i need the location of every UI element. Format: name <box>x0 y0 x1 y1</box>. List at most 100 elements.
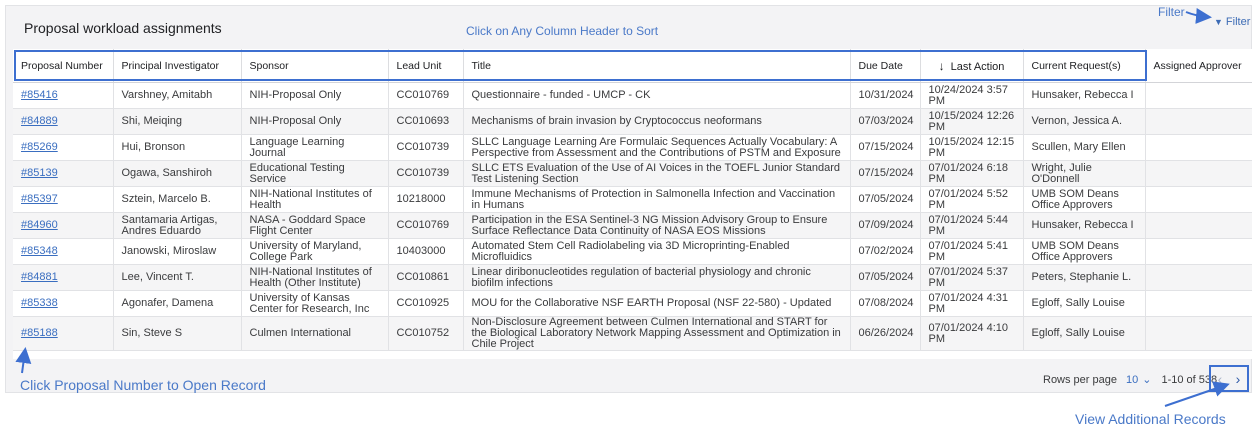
proposal-number-link[interactable]: #85338 <box>21 297 58 309</box>
cell-principal-investigator: Agonafer, Damena <box>113 290 242 317</box>
chevron-down-icon: ⌄ <box>1142 374 1152 386</box>
funnel-icon: ▼ <box>1214 17 1223 27</box>
cell-sponsor: NASA - Goddard Space Flight Center <box>241 212 389 239</box>
cell-last-action: 07/01/2024 4:31 PM <box>920 290 1024 317</box>
column-header-principal-investigator[interactable]: Principal Investigator <box>113 49 242 83</box>
cell-proposal-number: #85348 <box>13 238 114 265</box>
cell-proposal-number: #85416 <box>13 82 114 109</box>
cell-title: Non-Disclosure Agreement between Culmen … <box>463 316 851 351</box>
cell-assigned-approver <box>1145 186 1252 213</box>
table-row: #84881 Lee, Vincent T. NIH-National Instit… <box>13 264 1252 291</box>
cell-assigned-approver <box>1145 316 1252 351</box>
column-header-assigned-approver[interactable]: Assigned Approver <box>1145 49 1252 83</box>
cell-due-date: 07/05/2024 <box>850 264 921 291</box>
rows-per-page-value: 10 <box>1126 373 1139 386</box>
cell-title: Mechanisms of brain invasion by Cryptoco… <box>463 108 851 135</box>
panel-title: Proposal workload assignments <box>24 20 222 36</box>
proposal-table-container: Proposal Number Principal Investigator S… <box>13 49 1252 359</box>
column-header-sponsor[interactable]: Sponsor <box>241 49 389 83</box>
cell-last-action: 10/15/2024 12:15 PM <box>920 134 1024 161</box>
sort-hint-annotation: Click on Any Column Header to Sort <box>466 24 659 38</box>
cell-principal-investigator: Ogawa, Sanshiroh <box>113 160 242 187</box>
table-row: #84960 Santamaria Artigas, Andres Eduardo… <box>13 212 1252 239</box>
table-row: #85188 Sin, Steve S Culmen International CC… <box>13 316 1252 351</box>
rows-per-page-select[interactable]: 10 ⌄ <box>1126 373 1152 387</box>
filter-button[interactable]: ▼ Filter <box>1214 16 1250 28</box>
proposal-number-link[interactable]: #84881 <box>21 271 58 283</box>
cell-proposal-number: #84889 <box>13 108 114 135</box>
cell-assigned-approver <box>1145 290 1252 317</box>
cell-title: MOU for the Collaborative NSF EARTH Prop… <box>463 290 851 317</box>
cell-title: Linear diribonucleotides regulation of b… <box>463 264 851 291</box>
proposal-number-link[interactable]: #85188 <box>21 327 58 339</box>
cell-due-date: 07/08/2024 <box>850 290 921 317</box>
cell-assigned-approver <box>1145 264 1252 291</box>
cell-principal-investigator: Hui, Bronson <box>113 134 242 161</box>
column-header-lead-unit[interactable]: Lead Unit <box>388 49 464 83</box>
cell-sponsor: University of Kansas Center for Research… <box>241 290 389 317</box>
cell-sponsor: University of Maryland, College Park <box>241 238 389 265</box>
proposal-number-link[interactable]: #84889 <box>21 115 58 127</box>
cell-title: Questionnaire - funded - UMCP - CK <box>463 82 851 109</box>
proposal-number-link[interactable]: #85397 <box>21 193 58 205</box>
cell-title: SLLC ETS Evaluation of the Use of AI Voi… <box>463 160 851 187</box>
cell-sponsor: NIH-Proposal Only <box>241 82 389 109</box>
cell-current-requests: UMB SOM Deans Office Approvers <box>1023 186 1146 213</box>
cell-sponsor: Educational Testing Service <box>241 160 389 187</box>
cell-lead-unit: CC010925 <box>388 290 464 317</box>
proposal-number-link[interactable]: #85269 <box>21 141 58 153</box>
cell-assigned-approver <box>1145 212 1252 239</box>
cell-last-action: 07/01/2024 6:18 PM <box>920 160 1024 187</box>
table-row: #85338 Agonafer, Damena University of Kans… <box>13 290 1252 317</box>
cell-lead-unit: CC010752 <box>388 316 464 351</box>
column-header-last-action-label: Last Action <box>950 60 1005 73</box>
chevron-left-icon[interactable]: ‹ <box>1218 371 1223 387</box>
cell-sponsor: Culmen International <box>241 316 389 351</box>
proposal-number-link[interactable]: #84960 <box>21 219 58 231</box>
cell-assigned-approver <box>1145 160 1252 187</box>
table-row: #85348 Janowski, Miroslaw University of Ma… <box>13 238 1252 265</box>
cell-sponsor: Language Learning Journal <box>241 134 389 161</box>
cell-principal-investigator: Sztein, Marcelo B. <box>113 186 242 213</box>
column-header-proposal-number[interactable]: Proposal Number <box>13 49 114 83</box>
cell-lead-unit: CC010739 <box>388 160 464 187</box>
cell-due-date: 07/09/2024 <box>850 212 921 239</box>
cell-principal-investigator: Sin, Steve S <box>113 316 242 351</box>
cell-last-action: 10/15/2024 12:26 PM <box>920 108 1024 135</box>
cell-lead-unit: CC010769 <box>388 82 464 109</box>
cell-due-date: 10/31/2024 <box>850 82 921 109</box>
column-header-title[interactable]: Title <box>463 49 851 83</box>
cell-principal-investigator: Varshney, Amitabh <box>113 82 242 109</box>
chevron-right-icon[interactable]: › <box>1236 371 1241 387</box>
column-header-last-action[interactable]: ↓ Last Action <box>920 49 1024 83</box>
proposal-number-link[interactable]: #85348 <box>21 245 58 257</box>
proposal-table: Proposal Number Principal Investigator S… <box>13 49 1252 351</box>
cell-last-action: 07/01/2024 5:52 PM <box>920 186 1024 213</box>
cell-assigned-approver <box>1145 82 1252 109</box>
column-header-due-date[interactable]: Due Date <box>850 49 921 83</box>
cell-proposal-number: #84881 <box>13 264 114 291</box>
cell-current-requests: Vernon, Jessica A. <box>1023 108 1146 135</box>
cell-due-date: 07/03/2024 <box>850 108 921 135</box>
cell-current-requests: Hunsaker, Rebecca I <box>1023 82 1146 109</box>
cell-assigned-approver <box>1145 108 1252 135</box>
filter-button-label: Filter <box>1225 16 1251 28</box>
cell-title: Participation in the ESA Sentinel-3 NG M… <box>463 212 851 239</box>
proposal-number-link[interactable]: #85139 <box>21 167 58 179</box>
cell-sponsor: NIH-Proposal Only <box>241 108 389 135</box>
arrow-down-icon: ↓ <box>938 58 945 73</box>
cell-due-date: 07/15/2024 <box>850 134 921 161</box>
cell-proposal-number: #84960 <box>13 212 114 239</box>
cell-sponsor: NIH-National Institutes of Health <box>241 186 389 213</box>
cell-principal-investigator: Janowski, Miroslaw <box>113 238 242 265</box>
table-row: #84889 Shi, Meiqing NIH-Proposal Only CC010… <box>13 108 1252 135</box>
column-header-current-requests[interactable]: Current Request(s) <box>1023 49 1146 83</box>
proposal-number-link[interactable]: #85416 <box>21 89 58 101</box>
cell-due-date: 06/26/2024 <box>850 316 921 351</box>
cell-proposal-number: #85338 <box>13 290 114 317</box>
cell-proposal-number: #85269 <box>13 134 114 161</box>
rows-per-page-label: Rows per page <box>1043 373 1117 386</box>
open-record-hint-annotation: Click Proposal Number to Open Record <box>20 377 266 393</box>
cell-current-requests: Scullen, Mary Ellen <box>1023 134 1146 161</box>
cell-proposal-number: #85397 <box>13 186 114 213</box>
